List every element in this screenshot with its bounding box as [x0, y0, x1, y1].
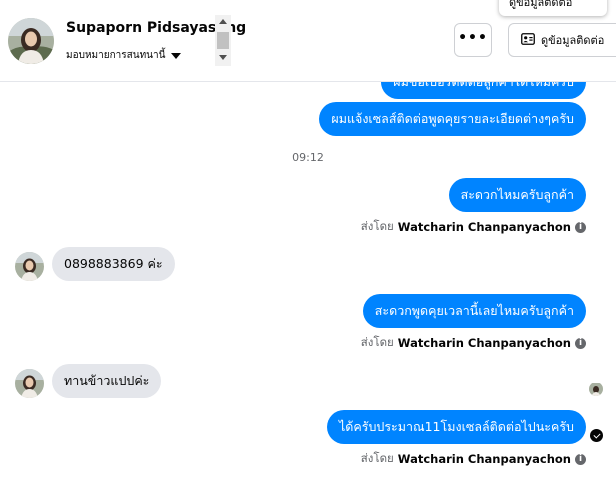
message-thread[interactable]: ผมขอเบอร์ติดต่อลูกค้าได้ไหมครับ ผมแจ้งเซ…: [0, 82, 616, 496]
sent-by-line: ส่งโดย Watcharin Chanpanyachon i: [361, 450, 586, 468]
message-timestamp: 09:12: [292, 151, 324, 164]
sent-by-line: ส่งโดย Watcharin Chanpanyachon i: [361, 218, 586, 236]
sent-by-label: ส่งโดย: [360, 451, 394, 465]
agent-name: Watcharin Chanpanyachon: [397, 220, 571, 234]
assign-conversation-dropdown[interactable]: มอบหมายการสนทนานี้: [66, 48, 182, 63]
contact-card-icon: [521, 32, 535, 48]
chevron-down-icon: [171, 52, 182, 59]
contact-avatar[interactable]: [15, 252, 44, 281]
contact-avatar[interactable]: [15, 369, 44, 398]
scroll-up-arrow-icon[interactable]: [219, 19, 227, 24]
agent-name: Watcharin Chanpanyachon: [397, 452, 571, 466]
message-outgoing[interactable]: สะดวกพูดคุยเวลานี้เลยไหมครับลูกค้า: [362, 294, 586, 328]
message-incoming[interactable]: ทานข้าวแปปค่ะ: [52, 364, 162, 398]
sent-status-icon: [590, 429, 603, 442]
message-incoming[interactable]: 0898883869 ค่ะ: [52, 247, 175, 281]
contact-avatar[interactable]: [8, 18, 54, 64]
agent-name: Watcharin Chanpanyachon: [397, 336, 571, 350]
more-options-button[interactable]: •••: [454, 23, 492, 57]
message-outgoing[interactable]: สะดวกไหมครับลูกค้า: [448, 178, 586, 212]
sent-by-label: ส่งโดย: [360, 335, 394, 349]
scroll-down-arrow-icon[interactable]: [219, 55, 227, 60]
sent-by-line: ส่งโดย Watcharin Chanpanyachon i: [361, 334, 586, 352]
conversation-header: Supaporn Pidsayasung มอบหมายการสนทนานี้ …: [0, 0, 616, 82]
view-contact-button[interactable]: ดูข้อมูลติดต่อ: [508, 23, 616, 57]
message-outgoing[interactable]: ได้ครับประมาณ11โมงเซลล์ติดต่อไปนะครับ: [326, 410, 586, 444]
info-icon[interactable]: i: [575, 221, 586, 233]
read-receipt-avatar: [589, 382, 603, 396]
message-outgoing[interactable]: ผมแจ้งเซลส์ติดต่อพูดคุยรายละเอียดต่างๆคร…: [319, 102, 586, 136]
assign-conversation-label: มอบหมายการสนทนานี้: [66, 50, 166, 61]
info-icon[interactable]: i: [575, 453, 586, 465]
sent-by-label: ส่งโดย: [360, 219, 394, 233]
info-icon[interactable]: i: [575, 337, 586, 349]
header-scrollbar[interactable]: [215, 15, 231, 66]
view-contact-label: ดูข้อมูลติดต่อ: [541, 34, 605, 47]
scrollbar-thumb[interactable]: [217, 32, 229, 49]
tooltip: ดูข้อมูลติดต่อ: [499, 0, 607, 16]
message-outgoing[interactable]: ผมขอเบอร์ติดต่อลูกค้าได้ไหมครับ: [381, 82, 586, 99]
more-options-icon: •••: [458, 30, 488, 46]
